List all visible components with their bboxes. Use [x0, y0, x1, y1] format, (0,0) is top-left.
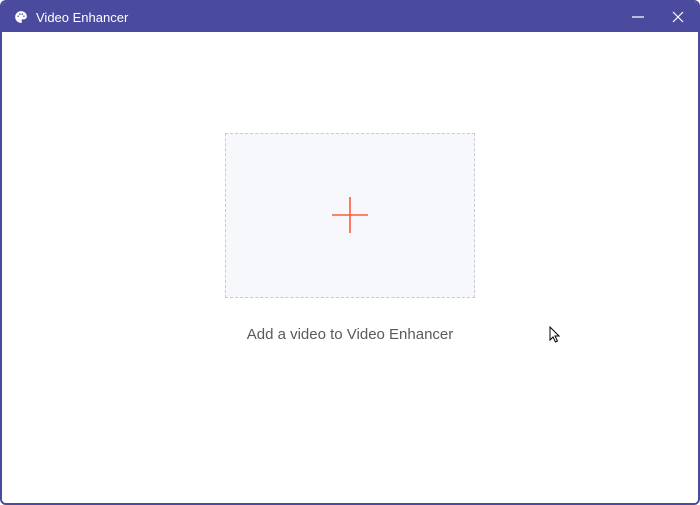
add-video-dropzone[interactable] — [225, 133, 475, 298]
title-controls — [630, 9, 686, 25]
content-area: Add a video to Video Enhancer — [2, 32, 698, 503]
plus-icon — [328, 193, 372, 237]
minimize-button[interactable] — [630, 9, 646, 25]
title-bar: Video Enhancer — [2, 2, 698, 32]
instruction-text: Add a video to Video Enhancer — [247, 326, 454, 343]
app-title: Video Enhancer — [36, 10, 128, 25]
title-left: Video Enhancer — [14, 10, 128, 25]
palette-icon — [14, 10, 28, 24]
app-window: Video Enhancer — [0, 0, 700, 505]
close-button[interactable] — [670, 9, 686, 25]
